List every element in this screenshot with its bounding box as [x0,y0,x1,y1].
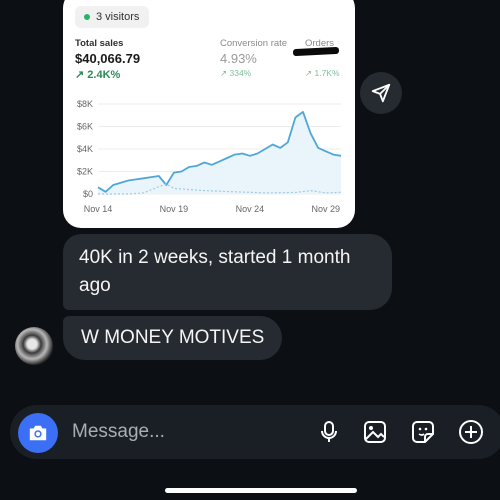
x-tick-label: Nov 29 [312,204,341,214]
send-icon [371,83,391,103]
message-bubble[interactable]: W MONEY MOTIVES [63,316,283,360]
home-indicator [165,488,357,493]
more-button[interactable] [458,419,484,445]
y-tick-label: $2K [77,167,93,177]
gallery-button[interactable] [362,419,388,445]
series-area [98,111,341,194]
message-composer: Message... [10,405,500,459]
message-bubble[interactable]: 40K in 2 weeks, started 1 month ago [63,234,392,310]
avatar[interactable] [15,327,53,365]
y-tick-label: $8K [77,99,93,109]
share-button[interactable] [360,72,402,114]
voice-button[interactable] [316,419,342,445]
y-tick-label: $6K [77,122,93,132]
microphone-icon [321,421,337,442]
x-tick-label: Nov 19 [160,204,189,214]
plus-icon [459,420,483,444]
message-text: W MONEY MOTIVES [81,327,265,348]
camera-button[interactable] [18,413,58,453]
gallery-icon [364,421,386,443]
sticker-icon [412,421,434,443]
x-tick-label: Nov 24 [236,204,265,214]
camera-icon [29,425,47,441]
sales-chart: $8K $6K $4K $2K $0 Nov 14 Nov 19 Nov 24 Nov 29 [77,99,342,214]
y-tick-label: $0 [83,189,93,199]
sticker-button[interactable] [410,419,436,445]
analytics-card[interactable]: 3 visitors Total sales $40,066.79 ↗ 2.4K… [63,0,355,228]
x-tick-label: Nov 14 [84,204,113,214]
message-text: 40K in 2 weeks, started 1 month ago [79,247,351,296]
y-tick-label: $4K [77,144,93,154]
message-input[interactable]: Message... [72,421,165,443]
